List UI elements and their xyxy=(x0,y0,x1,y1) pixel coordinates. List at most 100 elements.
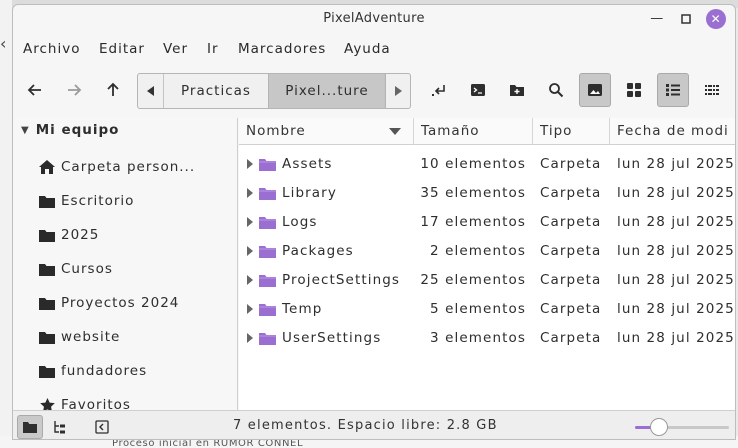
maximize-button[interactable] xyxy=(676,9,696,29)
up-button[interactable] xyxy=(97,73,129,107)
open-terminal-button[interactable] xyxy=(462,73,494,107)
file-size: 17 elementos xyxy=(420,214,526,230)
file-size: 3 elementos xyxy=(430,330,526,346)
toolbar: Practicas Pixel...ture xyxy=(13,71,735,111)
sidebar-item-2025[interactable]: 2025 xyxy=(39,224,99,246)
menu-ver[interactable]: Ver xyxy=(163,41,188,57)
star-icon xyxy=(39,398,55,410)
close-icon: ✕ xyxy=(710,12,722,26)
compact-view-button[interactable] xyxy=(696,73,728,107)
titlebar[interactable]: PixelAdventure — ✕ xyxy=(13,5,735,33)
menu-marcadores[interactable]: Marcadores xyxy=(238,41,326,57)
expand-icon[interactable] xyxy=(247,217,253,227)
table-row[interactable]: UserSettings 3 elementos Carpeta lun 28 … xyxy=(239,324,735,353)
forward-button[interactable] xyxy=(58,73,90,107)
sidebar-item-cursos[interactable]: Cursos xyxy=(39,258,113,280)
file-type: Carpeta xyxy=(540,156,602,172)
triangle-right-icon xyxy=(394,86,402,96)
hide-sidebar-button[interactable] xyxy=(89,415,115,439)
sidebar-item-escritorio[interactable]: Escritorio xyxy=(39,190,134,212)
arrow-left-icon xyxy=(27,84,41,96)
expand-icon[interactable] xyxy=(247,188,253,198)
menubar: Archivo Editar Ver Ir Marcadores Ayuda xyxy=(13,39,735,61)
sidebar-item-proyectos-2024[interactable]: Proyectos 2024 xyxy=(39,292,179,314)
minimize-icon: — xyxy=(650,11,664,26)
terminal-icon xyxy=(471,84,485,96)
show-tree-button[interactable] xyxy=(47,415,73,439)
column-header-name[interactable]: Nombre xyxy=(239,118,414,145)
file-date: lun 28 jul 2025 xyxy=(617,301,735,317)
folder-icon xyxy=(259,217,276,229)
show-places-button[interactable] xyxy=(17,415,43,439)
folder-icon xyxy=(39,331,55,344)
column-header-row: Nombre Tamaño Tipo Fecha de modi xyxy=(239,118,735,145)
close-button[interactable]: ✕ xyxy=(706,9,726,29)
file-type: Carpeta xyxy=(540,330,602,346)
back-button[interactable] xyxy=(19,73,51,107)
table-row[interactable]: Packages 2 elementos Carpeta lun 28 jul … xyxy=(239,237,735,266)
sidebar-item-label: Proyectos 2024 xyxy=(61,295,180,311)
folder-icon xyxy=(39,263,55,276)
sidebar-item-favoritos[interactable]: Favoritos xyxy=(39,394,131,410)
status-text: 7 elementos. Espacio libre: 2.8 GB xyxy=(233,418,498,433)
sidebar-item-label: Favoritos xyxy=(61,397,131,410)
table-row[interactable]: Temp 5 elementos Carpeta lun 28 jul 2025 xyxy=(239,295,735,324)
sidebar-item-website[interactable]: website xyxy=(39,326,120,348)
file-type: Carpeta xyxy=(540,301,602,317)
column-header-date[interactable]: Fecha de modi xyxy=(610,118,735,145)
background-window-left: ‹ xyxy=(0,0,12,448)
folder-icon xyxy=(259,188,276,200)
toggle-location-button[interactable] xyxy=(423,73,455,107)
window-title: PixelAdventure xyxy=(323,11,425,26)
file-type: Carpeta xyxy=(540,185,602,201)
breadcrumb-scroll-right[interactable] xyxy=(384,74,410,108)
new-folder-button[interactable] xyxy=(501,73,533,107)
grid-icon xyxy=(627,83,641,97)
minimize-button[interactable]: — xyxy=(647,9,667,29)
sidebar-section-header[interactable]: ▼ Mi equipo xyxy=(21,122,119,138)
file-date: lun 28 jul 2025 xyxy=(617,185,735,201)
file-date: lun 28 jul 2025 xyxy=(617,330,735,346)
zoom-slider[interactable] xyxy=(635,418,729,436)
menu-archivo[interactable]: Archivo xyxy=(23,41,80,57)
icon-view-button[interactable] xyxy=(618,73,650,107)
file-date: lun 28 jul 2025 xyxy=(617,214,735,230)
table-row[interactable]: ProjectSettings 25 elementos Carpeta lun… xyxy=(239,266,735,295)
menu-editar[interactable]: Editar xyxy=(99,41,145,57)
search-button[interactable] xyxy=(540,73,572,107)
column-header-type[interactable]: Tipo xyxy=(533,118,610,145)
table-row[interactable]: Logs 17 elementos Carpeta lun 28 jul 202… xyxy=(239,208,735,237)
breadcrumb-current[interactable]: Pixel...ture xyxy=(268,74,386,108)
file-manager-window: PixelAdventure — ✕ Archivo Editar Ver Ir… xyxy=(12,4,736,440)
expand-icon[interactable] xyxy=(247,246,253,256)
file-name: Assets xyxy=(282,156,333,172)
file-size: 25 elementos xyxy=(420,272,526,288)
sidebar-item-label: Cursos xyxy=(61,261,113,277)
arrow-up-icon xyxy=(107,82,119,96)
folder-icon xyxy=(259,275,276,287)
file-name: Logs xyxy=(282,214,318,230)
table-row[interactable]: Assets 10 elementos Carpeta lun 28 jul 2… xyxy=(239,150,735,179)
statusbar: 7 elementos. Espacio libre: 2.8 GB xyxy=(13,410,735,439)
table-row[interactable]: Library 35 elementos Carpeta lun 28 jul … xyxy=(239,179,735,208)
zoom-slider-handle[interactable] xyxy=(650,418,669,436)
expand-icon[interactable] xyxy=(247,333,253,343)
sidebar-toggle-icon xyxy=(95,420,109,434)
column-header-size[interactable]: Tamaño xyxy=(414,118,533,145)
expand-icon[interactable] xyxy=(247,159,253,169)
chevron-down-icon: ▼ xyxy=(21,124,30,136)
menu-ir[interactable]: Ir xyxy=(207,41,219,57)
folder-icon xyxy=(259,333,276,345)
maximize-icon xyxy=(681,14,691,24)
breadcrumb-scroll-left[interactable] xyxy=(138,74,164,108)
file-date: lun 28 jul 2025 xyxy=(617,243,735,259)
sidebar-item-fundadores[interactable]: fundadores xyxy=(39,360,147,382)
sidebar: ▼ Mi equipo Carpeta person... Escritorio… xyxy=(13,118,238,410)
expand-icon[interactable] xyxy=(247,275,253,285)
expand-icon[interactable] xyxy=(247,304,253,314)
breadcrumb-practicas[interactable]: Practicas xyxy=(164,74,268,108)
list-view-button[interactable] xyxy=(657,73,689,107)
show-thumbnails-button[interactable] xyxy=(579,73,611,107)
sidebar-item-home[interactable]: Carpeta person... xyxy=(39,156,195,178)
menu-ayuda[interactable]: Ayuda xyxy=(344,41,391,57)
